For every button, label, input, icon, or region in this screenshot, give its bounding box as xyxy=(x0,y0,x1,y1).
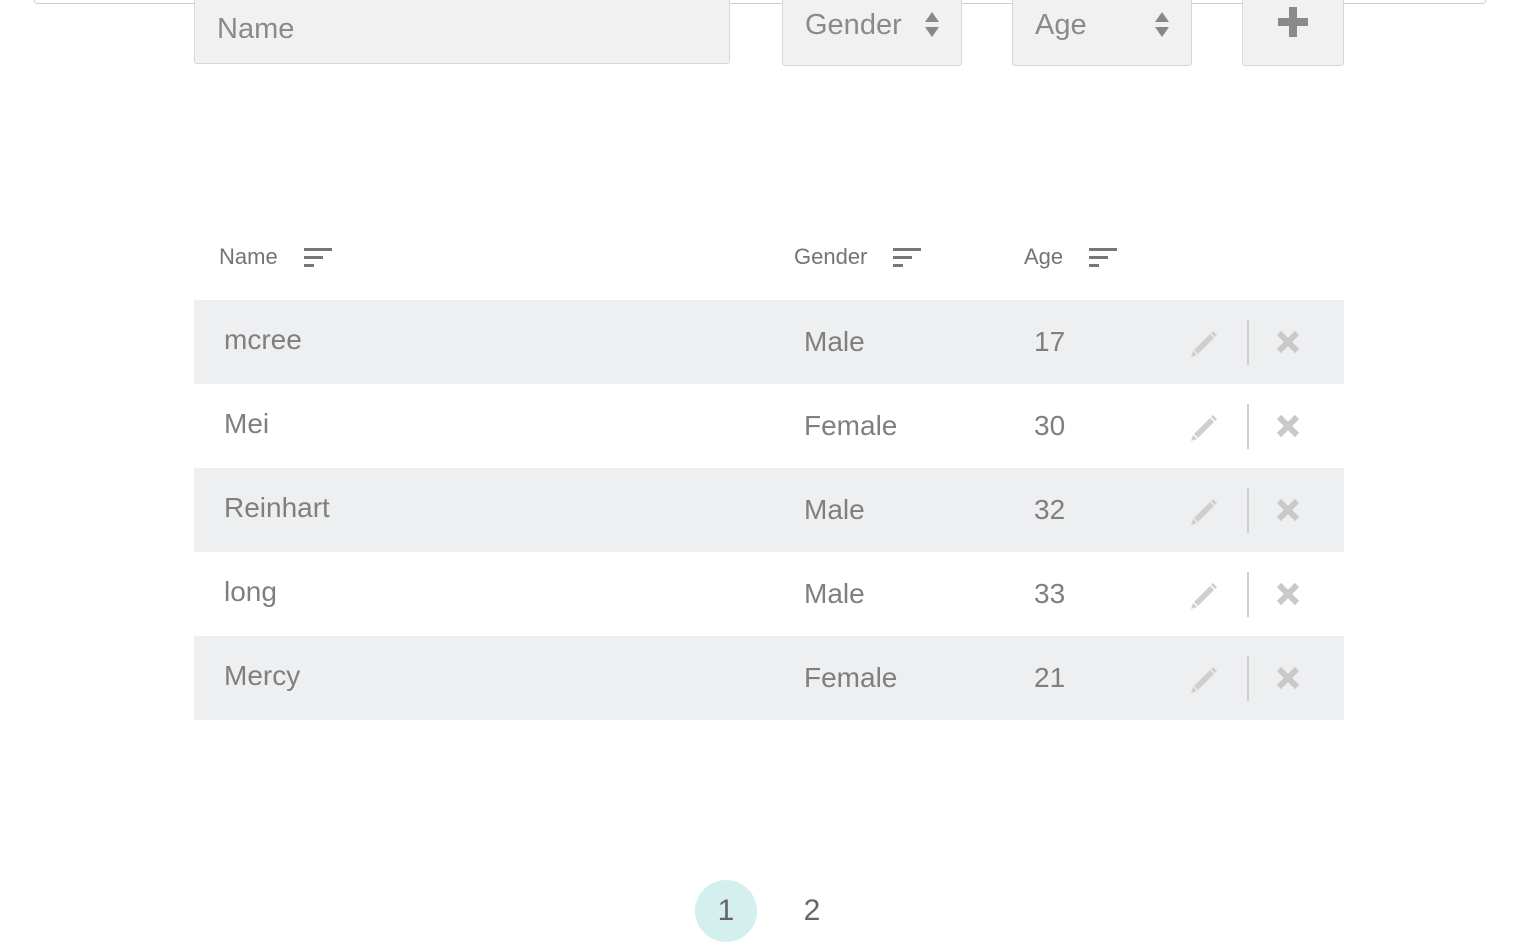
cell-name: mcree xyxy=(224,324,302,355)
sort-icon[interactable] xyxy=(303,246,334,268)
add-person-form: Gender Age xyxy=(0,0,1530,70)
close-icon[interactable] xyxy=(1275,581,1301,607)
header-gender-label: Gender xyxy=(794,244,868,269)
close-icon[interactable] xyxy=(1275,497,1301,523)
divider xyxy=(1247,572,1249,617)
age-select[interactable]: Age xyxy=(1012,0,1192,66)
header-name-label: Name xyxy=(219,244,278,269)
cell-name: Mei xyxy=(224,408,270,439)
cell-age: 30 xyxy=(1034,410,1066,441)
name-input[interactable] xyxy=(194,0,730,64)
pencil-icon[interactable] xyxy=(1188,664,1220,696)
cell-gender: Male xyxy=(804,494,865,525)
header-name[interactable]: Name xyxy=(219,244,334,270)
divider xyxy=(1247,320,1249,365)
pagination: 1 2 xyxy=(0,870,1530,942)
cell-name: Mercy xyxy=(224,660,301,691)
age-select-label: Age xyxy=(1035,9,1087,41)
pencil-icon[interactable] xyxy=(1188,412,1220,444)
add-button[interactable] xyxy=(1242,0,1344,66)
pencil-icon[interactable] xyxy=(1188,580,1220,612)
close-icon[interactable] xyxy=(1275,665,1301,691)
sort-arrows-icon xyxy=(925,12,939,37)
header-age[interactable]: Age xyxy=(1024,244,1119,270)
cell-age: 21 xyxy=(1034,662,1066,693)
page-2-button[interactable]: 2 xyxy=(781,880,843,942)
cell-gender: Male xyxy=(804,326,865,357)
table-row: Mercy Female 21 xyxy=(194,636,1344,720)
cell-gender: Female xyxy=(804,410,898,441)
close-icon[interactable] xyxy=(1275,329,1301,355)
table-row: long Male 33 xyxy=(194,552,1344,636)
cell-gender: Female xyxy=(804,662,898,693)
plus-icon xyxy=(1278,7,1308,37)
close-icon[interactable] xyxy=(1275,413,1301,439)
header-gender[interactable]: Gender xyxy=(794,244,923,270)
cell-gender: Male xyxy=(804,578,865,609)
pencil-icon[interactable] xyxy=(1188,496,1220,528)
table-row: Reinhart Male 32 xyxy=(194,468,1344,552)
sort-icon[interactable] xyxy=(1089,246,1119,268)
divider xyxy=(1247,404,1249,449)
table-row: mcree Male 17 xyxy=(194,300,1344,384)
gender-select-label: Gender xyxy=(805,9,902,41)
cell-name: long xyxy=(224,576,277,607)
cell-age: 33 xyxy=(1034,578,1066,609)
divider xyxy=(1247,488,1249,533)
gender-select[interactable]: Gender xyxy=(782,0,962,66)
cell-age: 17 xyxy=(1034,326,1066,357)
divider xyxy=(1247,656,1249,701)
table-row: Mei Female 30 xyxy=(194,384,1344,468)
header-age-label: Age xyxy=(1024,244,1064,269)
sort-icon[interactable] xyxy=(893,246,923,268)
table-header: Name Gender Age xyxy=(194,230,1344,286)
page-1-button[interactable]: 1 xyxy=(695,880,757,942)
cell-name: Reinhart xyxy=(224,492,330,523)
sort-arrows-icon xyxy=(1155,12,1169,37)
cell-age: 32 xyxy=(1034,494,1066,525)
pencil-icon[interactable] xyxy=(1188,328,1220,360)
